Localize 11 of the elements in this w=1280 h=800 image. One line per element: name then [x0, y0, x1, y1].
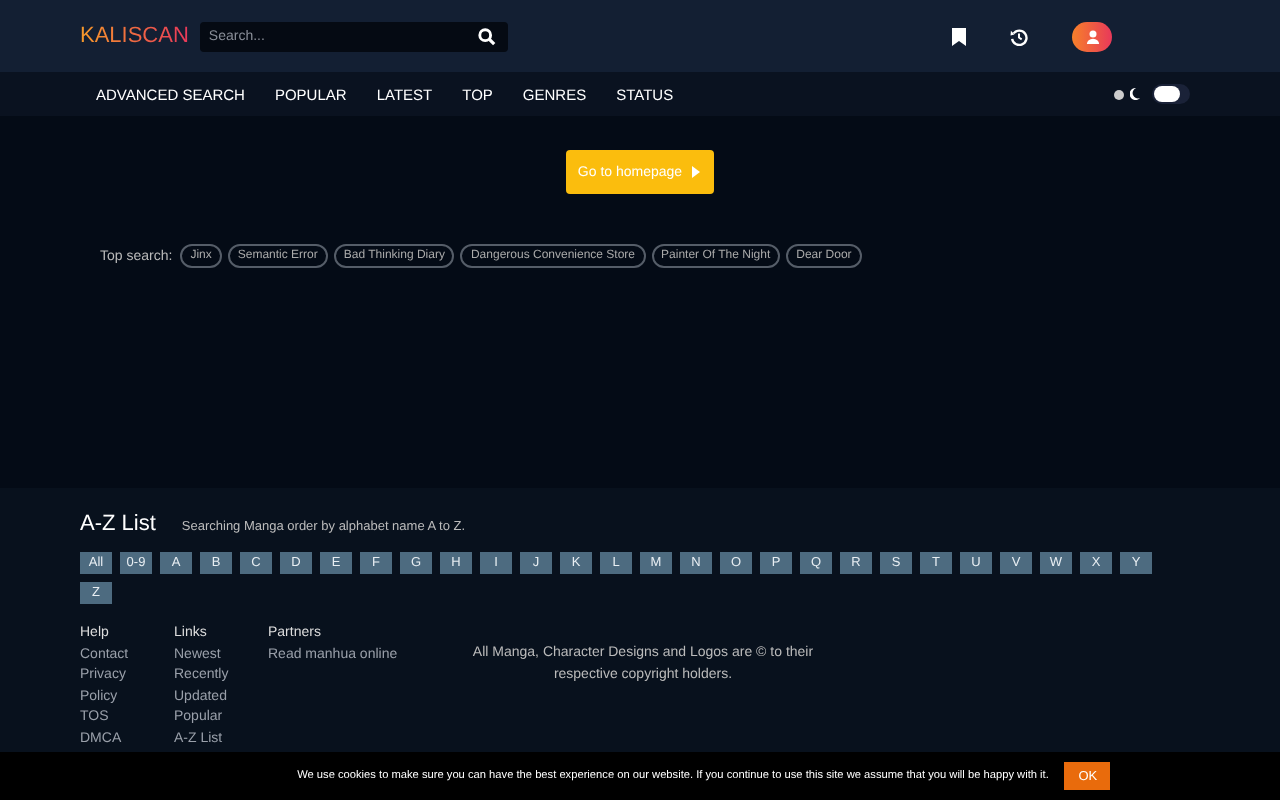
bookmark-icon[interactable]: [952, 27, 966, 45]
caret-icon: [692, 166, 701, 178]
history-icon[interactable]: [1010, 27, 1028, 45]
site-logo[interactable]: KALISCAN: [80, 24, 189, 48]
search-icon[interactable]: [478, 27, 497, 45]
user-avatar-button[interactable]: [1072, 21, 1112, 51]
dark-mode-toggle[interactable]: [1152, 84, 1190, 104]
sun-icon: [1114, 89, 1124, 99]
section-title: A-Z List: [80, 512, 156, 536]
user-icon: [1085, 29, 1099, 43]
moon-icon: [1130, 88, 1140, 100]
